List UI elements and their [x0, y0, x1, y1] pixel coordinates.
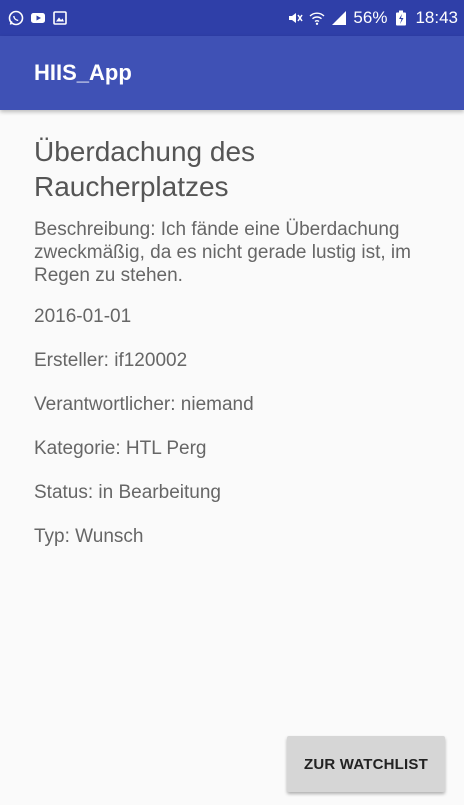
wifi-icon — [309, 10, 325, 26]
signal-icon — [331, 10, 347, 26]
app-title: HIIS_App — [34, 60, 132, 85]
detail-title: Überdachung des Raucherplatzes — [34, 136, 256, 202]
add-to-watchlist-button[interactable]: ZUR WATCHLIST — [287, 736, 445, 792]
whatsapp-icon — [8, 10, 24, 26]
clock: 18:43 — [415, 8, 458, 27]
gallery-icon — [52, 10, 68, 26]
detail-creator: Ersteller: if120002 — [34, 350, 188, 371]
wish-detail: Überdachung des Raucherplatzes Beschreib… — [34, 134, 434, 569]
mute-icon — [287, 10, 304, 26]
detail-date: 2016-01-01 — [34, 306, 132, 327]
battery-percent: 56% — [353, 8, 388, 27]
detail-responsible: Verantwortlicher: niemand — [34, 394, 254, 415]
detail-status: Status: in Bearbeitung — [34, 482, 221, 503]
detail-type: Typ: Wunsch — [34, 526, 144, 547]
detail-category: Kategorie: HTL Perg — [34, 438, 207, 459]
status-bar: 56% 18:43 — [0, 0, 464, 36]
battery-icon — [393, 10, 409, 26]
app-bar: HIIS_App — [0, 36, 464, 110]
notification-icons — [8, 10, 68, 26]
system-icons: 56% 18:43 — [287, 8, 458, 28]
app-screen: 56% 18:43 HIIS_App Überdachung des Rauch… — [0, 0, 464, 805]
youtube-icon — [30, 10, 46, 26]
detail-description: Beschreibung: Ich fände eine Überdachung… — [34, 219, 411, 286]
